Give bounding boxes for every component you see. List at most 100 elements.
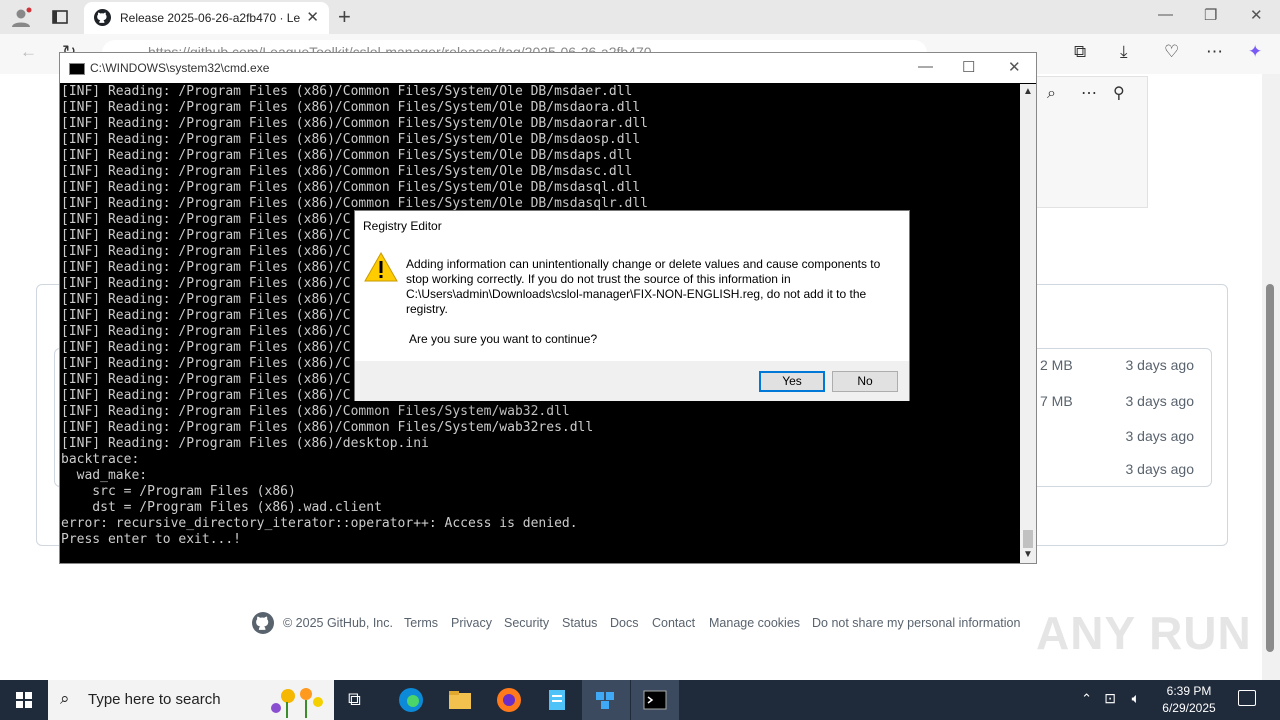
- github-favicon-icon: [94, 9, 111, 26]
- notepad-icon[interactable]: [543, 686, 571, 714]
- console-line: [INF] Reading: /Program Files (x86)/Comm…: [61, 116, 648, 131]
- tab-actions-icon[interactable]: [49, 6, 71, 28]
- console-line: [INF] Reading: /Program Files (x86)/Comm…: [61, 420, 594, 435]
- clock-time: 6:39 PM: [1166, 684, 1212, 698]
- tab-release[interactable]: Release 2025-06-26-a2fb470 · LeagueToolk…: [84, 2, 329, 34]
- scroll-up-icon[interactable]: ▲: [1023, 86, 1033, 97]
- asset-row[interactable]: 2 MB 3 days ago: [1040, 348, 1210, 382]
- console-line: [INF] Reading: /Program Files (x86)/Comm…: [61, 100, 641, 115]
- console-line: Press enter to exit...!: [61, 532, 242, 547]
- browser-essentials-icon[interactable]: ♡: [1164, 42, 1179, 62]
- search-icon[interactable]: ⌕: [1047, 85, 1056, 103]
- console-line: [INF] Reading: /Program Files (x86)/Comm…: [61, 148, 633, 163]
- search-placeholder: Type here to search: [88, 691, 221, 708]
- asset-age: 3 days ago: [1125, 461, 1195, 477]
- watermark: ANY RUN: [1036, 607, 1252, 659]
- console-line: [INF] Reading: /Program Files (x86)/Comm…: [61, 164, 633, 179]
- search-icon: ⌕: [60, 689, 70, 708]
- windows-start-icon[interactable]: [0, 680, 48, 720]
- restore-icon[interactable]: ❐: [1204, 6, 1217, 24]
- no-button[interactable]: No: [832, 371, 898, 392]
- dialog-button-bar: Yes No: [355, 361, 909, 401]
- dialog-question: Are you sure you want to continue?: [409, 332, 598, 346]
- asset-row[interactable]: 3 days ago: [1040, 452, 1210, 486]
- pin-icon[interactable]: ⚲: [1113, 83, 1125, 103]
- console-line: backtrace:: [61, 452, 140, 467]
- command-prompt-icon: [643, 690, 667, 710]
- console-line: [INF] Reading: /Program Files (x86)/Comm…: [61, 84, 633, 99]
- registry-editor-icon: [596, 692, 614, 709]
- console-line: [INF] Reading: /Program Files (x86)/Comm…: [61, 132, 641, 147]
- console-line: src = /Program Files (x86): [61, 484, 296, 499]
- clock-date: 6/29/2025: [1162, 701, 1216, 715]
- footer-link-docs[interactable]: Docs: [610, 616, 638, 630]
- warning-icon: [364, 251, 398, 282]
- scrollbar-thumb[interactable]: [1023, 530, 1033, 548]
- minimize-icon[interactable]: —: [1158, 6, 1173, 23]
- flowers-icon: [271, 688, 323, 718]
- console-line: wad_make:: [61, 468, 148, 483]
- asset-row[interactable]: 7 MB 3 days ago: [1040, 384, 1210, 418]
- footer-link-contact[interactable]: Contact: [652, 616, 695, 630]
- console-line: [INF] Reading: /Program Files (x86)/desk…: [61, 436, 429, 451]
- console-line: dst = /Program Files (x86).wad.client: [61, 500, 382, 515]
- asset-size: 7 MB: [1040, 393, 1073, 409]
- tab-strip: Release 2025-06-26-a2fb470 · LeagueToolk…: [0, 0, 1280, 34]
- dialog-title: Registry Editor: [363, 219, 442, 233]
- console-line: error: recursive_directory_iterator::ope…: [61, 516, 578, 531]
- close-icon[interactable]: ✕: [1008, 58, 1021, 76]
- footer-link-terms[interactable]: Terms: [404, 616, 438, 630]
- regedit-taskbar-button[interactable]: [582, 680, 630, 720]
- edge-icon[interactable]: [397, 686, 425, 714]
- more-icon[interactable]: ⋯: [1081, 83, 1097, 103]
- console-scrollbar[interactable]: ▲ ▼: [1020, 84, 1036, 563]
- copyright: © 2025 GitHub, Inc.: [283, 616, 393, 630]
- tab-close-icon[interactable]: ✕: [306, 8, 319, 26]
- footer-link-status[interactable]: Status: [562, 616, 597, 630]
- file-explorer-icon[interactable]: [446, 686, 474, 714]
- downloads-icon[interactable]: ⤓: [1120, 42, 1128, 62]
- maximize-icon[interactable]: ☐: [962, 58, 975, 76]
- page-scrollbar[interactable]: [1262, 74, 1280, 680]
- minimize-icon[interactable]: —: [918, 58, 933, 75]
- footer-link-privacy[interactable]: Privacy: [451, 616, 492, 630]
- scroll-down-icon[interactable]: ▼: [1023, 549, 1033, 560]
- firefox-icon[interactable]: [495, 686, 523, 714]
- console-line: [INF] Reading: /Program Files (x86)/Comm…: [61, 180, 641, 195]
- cmd-title: C:\WINDOWS\system32\cmd.exe: [90, 61, 270, 75]
- cmd-titlebar[interactable]: C:\WINDOWS\system32\cmd.exe — ☐ ✕: [60, 53, 1036, 83]
- volume-icon[interactable]: 🔈︎: [1132, 690, 1140, 707]
- asset-size: 2 MB: [1040, 357, 1073, 373]
- footer-link-do-not-share[interactable]: Do not share my personal information: [812, 616, 1020, 630]
- asset-row[interactable]: 3 days ago: [1040, 419, 1210, 453]
- close-icon[interactable]: ✕: [1250, 6, 1263, 24]
- footer-link-security[interactable]: Security: [504, 616, 549, 630]
- network-icon[interactable]: ⊡: [1104, 690, 1116, 707]
- taskbar-search[interactable]: ⌕ Type here to search: [48, 680, 334, 720]
- page-tools-panel: ⌕ ⋯ ⚲: [1036, 76, 1148, 208]
- collections-icon[interactable]: ⧉: [1074, 42, 1086, 62]
- asset-age: 3 days ago: [1125, 428, 1195, 444]
- chevron-up-icon[interactable]: ⌃: [1081, 691, 1092, 707]
- new-tab-icon[interactable]: +: [338, 4, 351, 30]
- github-logo-icon[interactable]: [252, 612, 274, 634]
- asset-age: 3 days ago: [1125, 357, 1195, 373]
- copilot-icon[interactable]: ✦: [1248, 42, 1262, 62]
- asset-age: 3 days ago: [1125, 393, 1195, 409]
- notification-icon[interactable]: [1238, 690, 1256, 706]
- more-icon[interactable]: ⋯: [1206, 42, 1223, 62]
- clock[interactable]: 6:39 PM 6/29/2025: [1150, 683, 1228, 717]
- yes-button[interactable]: Yes: [759, 371, 825, 392]
- scrollbar-thumb[interactable]: [1266, 284, 1274, 652]
- cmd-icon: [69, 63, 85, 75]
- console-line: [INF] Reading: /Program Files (x86)/Comm…: [61, 404, 570, 419]
- cmd-taskbar-button[interactable]: [631, 680, 679, 720]
- registry-editor-dialog: Registry Editor Adding information can u…: [354, 210, 910, 401]
- dialog-message: Adding information can unintentionally c…: [406, 257, 881, 316]
- task-view-icon[interactable]: ⧉: [348, 689, 376, 717]
- back-icon[interactable]: ←: [20, 42, 37, 62]
- profile-icon[interactable]: [10, 6, 32, 28]
- tab-title: Release 2025-06-26-a2fb470 · LeagueToolk…: [120, 11, 300, 25]
- taskbar: ⌕ Type here to search ⧉ ⌃ ⊡ 🔈︎ 6:39 PM 6…: [0, 680, 1280, 720]
- footer-link-manage-cookies[interactable]: Manage cookies: [709, 616, 800, 630]
